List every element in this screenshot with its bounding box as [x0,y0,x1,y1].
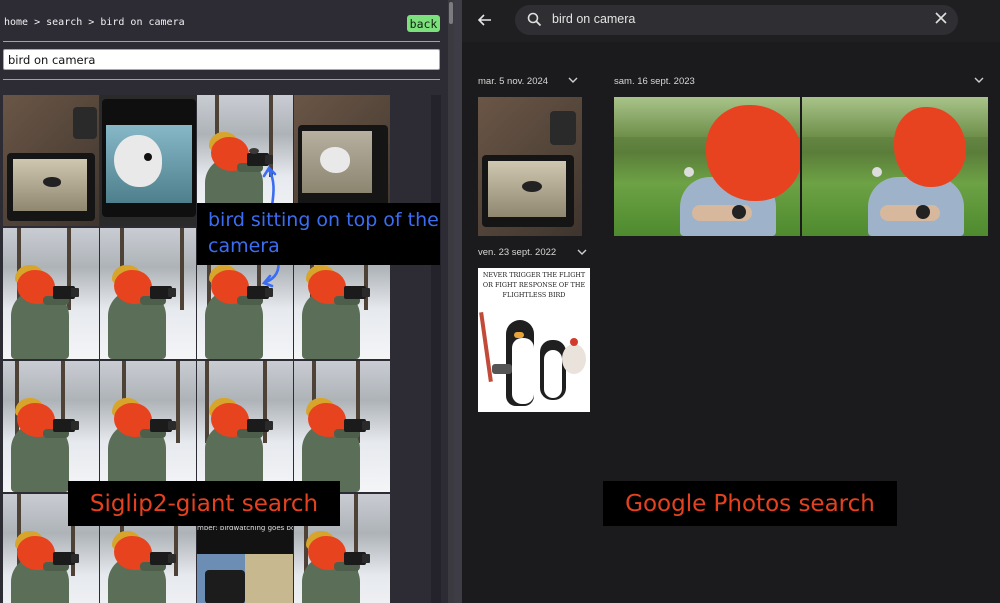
results-grid: mber: birdwatching goes bo [3,95,393,603]
pane-divider [454,0,462,603]
photo-thumbnail[interactable]: Never trigger the flight or fight respon… [478,268,590,412]
date-group-label: sam. 16 sept. 2023 [614,76,695,87]
result-thumbnail[interactable] [100,228,196,359]
date-group-label: mar. 5 nov. 2024 [478,76,549,87]
search-input[interactable]: bird on camera [3,49,440,70]
photos-header: bird on camera [462,0,1000,42]
result-thumbnail[interactable] [3,228,99,359]
screenshot-root: home > search > bird on camera back bird… [0,0,1000,603]
result-thumbnail[interactable] [197,361,293,492]
search-icon [527,12,542,27]
meme-caption: Never trigger the flight or fight respon… [482,271,586,299]
annotation-google-label: Google Photos search [603,481,897,526]
results-scrollbar[interactable] [431,95,441,603]
date-group-label: ven. 23 sept. 2022 [478,247,557,258]
breadcrumb[interactable]: home > search > bird on camera [4,17,185,28]
result-thumbnail[interactable] [100,95,196,226]
divider-line [3,41,440,42]
chevron-down-icon[interactable] [577,248,587,256]
result-thumbnail[interactable] [100,361,196,492]
result-thumbnail[interactable] [3,95,99,226]
photo-thumbnail[interactable] [478,97,582,236]
back-button[interactable]: back [407,15,440,32]
annotation-bird-note: bird sitting on top of the camera [197,203,440,265]
result-thumbnail[interactable] [294,361,390,492]
close-icon[interactable] [934,11,948,28]
result-thumbnail[interactable] [3,361,99,492]
annotation-siglip-label: Siglip2-giant search [68,481,340,526]
chevron-down-icon[interactable] [568,76,578,84]
chevron-down-icon[interactable] [974,76,984,84]
divider-line [3,79,440,80]
photos-search-input[interactable]: bird on camera [552,12,635,26]
window-scroll-thumb[interactable] [449,2,453,24]
photo-thumbnail[interactable] [802,97,988,236]
back-arrow-icon[interactable] [477,12,493,28]
photo-thumbnail[interactable] [614,97,800,236]
photos-search-bar[interactable]: bird on camera [515,5,958,35]
